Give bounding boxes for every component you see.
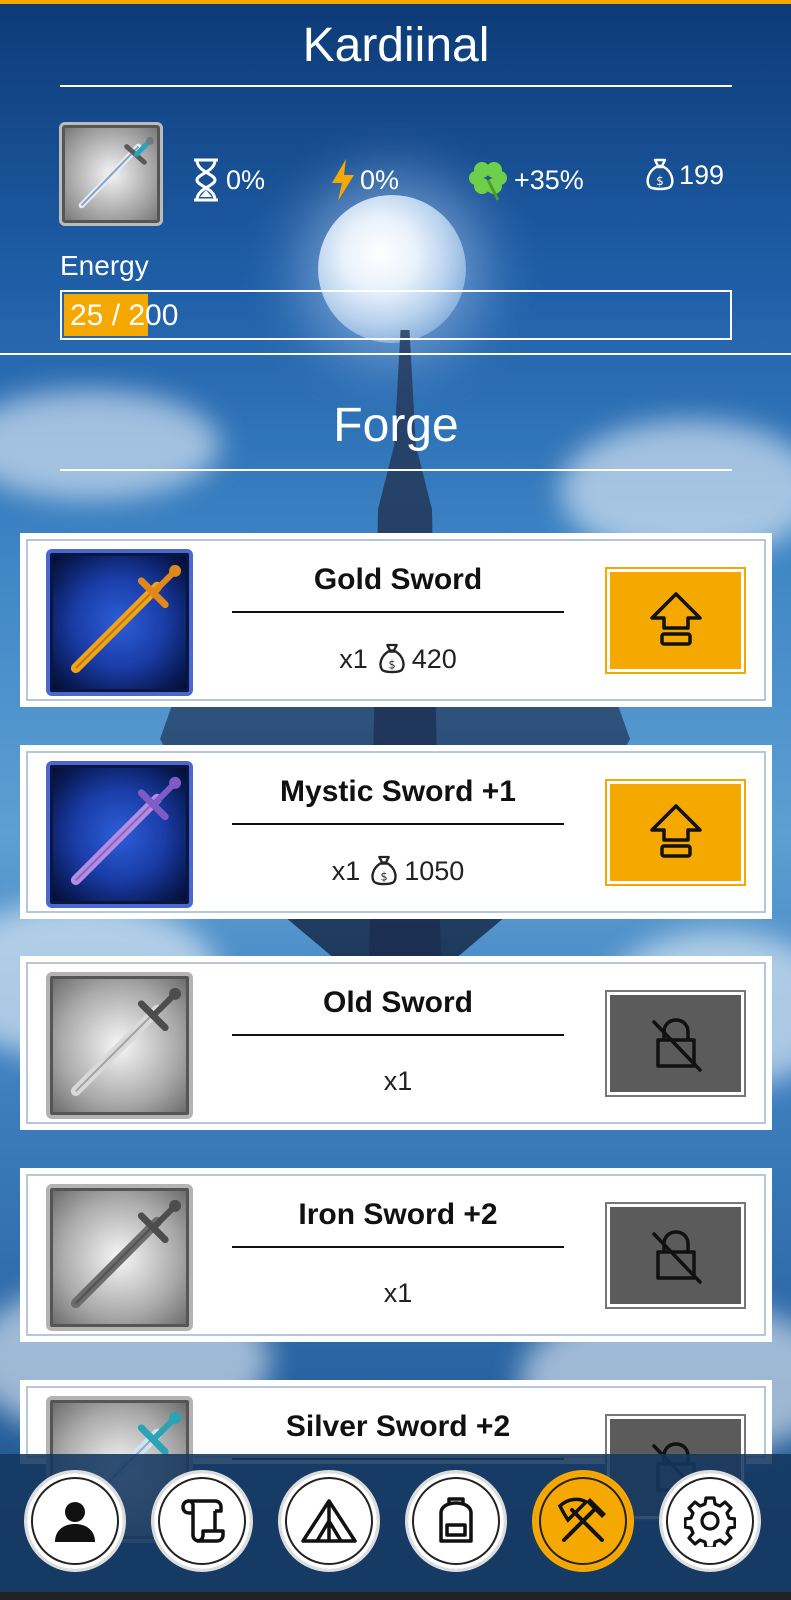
gold-sword-icon — [70, 564, 182, 674]
locked-button[interactable] — [605, 1202, 746, 1309]
bottom-navigation — [0, 1454, 791, 1600]
player-name: Kardiinal — [60, 18, 732, 87]
item-quantity: x1 — [331, 855, 361, 886]
upgrade-button[interactable] — [605, 779, 746, 886]
money-value: 199 — [679, 159, 725, 190]
energy-bonus-value: 0% — [360, 164, 400, 195]
forge-item-card[interactable]: Silver Sword +2 — [20, 1380, 772, 1543]
item-name: Silver Sword +2 — [232, 1410, 564, 1460]
nav-camp-button[interactable] — [278, 1470, 380, 1572]
nav-quests-button[interactable] — [151, 1470, 253, 1572]
money-bag-icon: $ — [379, 643, 405, 674]
upgrade-button[interactable] — [605, 567, 746, 674]
forge-item-card[interactable]: Gold Sword x1 $ 420 — [20, 533, 772, 707]
money-stat: $ 199 — [645, 158, 724, 192]
item-name: Iron Sword +2 — [232, 1198, 564, 1248]
item-price-value: 420 — [411, 643, 457, 674]
item-thumbnail — [46, 972, 193, 1119]
item-quantity: x1 — [339, 643, 368, 674]
item-price-value: 1050 — [404, 855, 465, 886]
locked-icon — [651, 1017, 702, 1072]
nav-inventory-button[interactable] — [405, 1470, 507, 1572]
nav-bottom-bar — [0, 1592, 791, 1600]
item-thumbnail — [46, 761, 193, 908]
item-name: Gold Sword — [232, 563, 564, 613]
time-bonus-value: 0% — [226, 164, 266, 195]
item-name: Mystic Sword +1 — [232, 775, 564, 825]
mystic-sword-icon — [70, 776, 182, 886]
item-quantity: x1 — [383, 1066, 413, 1096]
equipped-weapon-avatar[interactable] — [59, 122, 163, 226]
energy-bar: 25 / 200 — [60, 290, 732, 340]
equipped-sword-icon — [78, 136, 155, 209]
lightning-icon — [332, 159, 354, 201]
locked-icon — [651, 1229, 702, 1284]
money-bag-icon: $ — [646, 158, 674, 191]
energy-label: Energy — [60, 250, 149, 281]
nav-settings-button[interactable] — [659, 1470, 761, 1572]
hammer-pickaxe-icon — [557, 1497, 606, 1542]
time-bonus-stat: 0% — [190, 158, 265, 202]
locked-button[interactable] — [605, 990, 746, 1097]
energy-value: 25 / 200 — [70, 299, 179, 332]
tent-icon — [301, 1499, 357, 1543]
scroll-icon — [181, 1499, 225, 1543]
iron-sword-icon — [70, 1199, 182, 1309]
forge-item-card[interactable]: Mystic Sword +1 x1 $ 1050 — [20, 745, 772, 919]
upgrade-arrow-icon — [649, 803, 702, 858]
forge-item-card[interactable]: Iron Sword +2 x1 — [20, 1168, 772, 1342]
luck-bonus-value: +35% — [514, 164, 584, 195]
item-price: $ 420 — [378, 643, 457, 675]
old-sword-icon — [70, 987, 182, 1097]
item-meta: x1 — [232, 1278, 564, 1309]
item-meta: x1 — [232, 1066, 564, 1097]
section-title: Forge — [60, 398, 732, 471]
header-divider — [0, 353, 791, 355]
clover-icon — [469, 162, 507, 201]
money-bag-icon: $ — [371, 855, 397, 886]
item-name: Old Sword — [232, 986, 564, 1036]
person-icon — [55, 1502, 95, 1542]
item-thumbnail — [46, 1184, 193, 1331]
gear-icon — [684, 1496, 736, 1547]
nav-forge-button[interactable] — [532, 1470, 634, 1572]
item-meta: x1 $ 1050 — [232, 855, 564, 887]
forge-item-card[interactable]: Old Sword x1 — [20, 956, 772, 1130]
luck-bonus-stat: +35% — [466, 158, 584, 202]
item-thumbnail — [46, 549, 193, 696]
hourglass-icon — [194, 158, 218, 202]
nav-profile-button[interactable] — [24, 1470, 126, 1572]
svg-text:$: $ — [388, 658, 395, 671]
svg-text:$: $ — [656, 174, 664, 188]
top-accent-bar — [0, 0, 791, 4]
energy-bonus-stat: 0% — [330, 158, 399, 202]
backpack-icon — [439, 1497, 473, 1543]
upgrade-arrow-icon — [649, 591, 702, 646]
item-meta: x1 $ 420 — [232, 643, 564, 675]
item-price: $ 1050 — [370, 855, 464, 887]
svg-text:$: $ — [381, 870, 388, 883]
item-quantity: x1 — [383, 1278, 413, 1308]
